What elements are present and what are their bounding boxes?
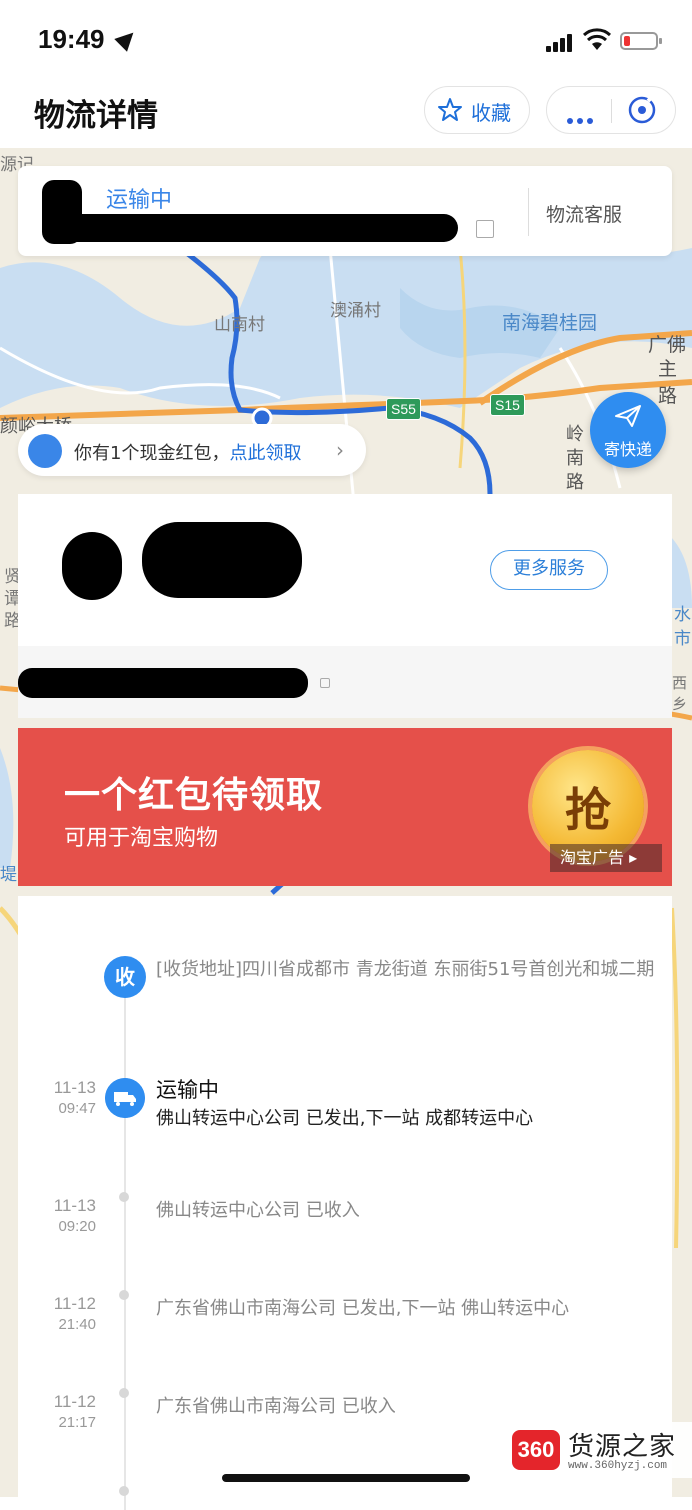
status-time: 19:49: [38, 24, 105, 54]
red-packet-pill[interactable]: 你有1个现金红包，点此领取 ›: [18, 424, 366, 476]
battery-icon: [620, 32, 662, 50]
grab-coin-text: 抢: [565, 783, 611, 837]
map-label: 山南村: [214, 315, 265, 335]
red-packet-prefix: 你有1个现金红包，: [74, 443, 230, 464]
event-description: 广东省佛山市南海公司 已收入: [156, 1396, 396, 1417]
page-title: 物流详情: [34, 98, 158, 134]
timeline-dot: [119, 1290, 129, 1300]
truck-icon: [105, 1078, 145, 1118]
event-date: 11-12: [53, 1392, 96, 1411]
more-icon[interactable]: [567, 109, 597, 128]
redacted-tracking-number: [18, 668, 308, 698]
logistics-timeline: 收 [收货地址]四川省成都市 青龙街道 东丽街51号首创光和城二期 11-13 …: [18, 896, 672, 1510]
star-icon: [438, 98, 462, 121]
event-description: 佛山转运中心公司 已发出,下一站 成都转运中心: [156, 1108, 534, 1129]
ad-subtitle: 可用于淘宝购物: [64, 826, 219, 851]
merchant-card: 更多服务: [18, 494, 672, 646]
tracking-number-row: [18, 646, 672, 718]
timeline-dot: [119, 1192, 129, 1202]
home-indicator: [222, 1474, 470, 1482]
event-time: 21:40: [58, 1316, 96, 1333]
favorite-button[interactable]: 收藏: [424, 86, 530, 134]
redacted-address: [58, 214, 458, 242]
timeline-line: [124, 990, 126, 1510]
event-title: 运输中: [156, 1078, 219, 1102]
map-label: 路: [566, 472, 584, 493]
claim-link[interactable]: 点此领取: [229, 443, 301, 464]
more-services-button[interactable]: 更多服务: [490, 550, 608, 590]
map-label: 南海碧桂园: [502, 312, 598, 334]
watermark-url: www.360hyzj.com: [568, 1460, 668, 1472]
ad-banner[interactable]: 一个红包待领取 可用于淘宝购物 抢 淘宝广告 ▸: [18, 728, 672, 886]
edit-icon[interactable]: [476, 220, 494, 238]
receive-address-icon: 收: [104, 956, 146, 998]
map-label: 水: [674, 605, 691, 625]
site-watermark: 360 货源之家 www.360hyzj.com: [510, 1422, 692, 1478]
capsule-divider: [611, 99, 612, 123]
location-arrow-icon: [114, 26, 140, 52]
close-icon[interactable]: [627, 95, 657, 125]
event-time: 09:20: [58, 1218, 96, 1235]
ad-title: 一个红包待领取: [64, 775, 324, 816]
wifi-icon: [582, 28, 612, 50]
status-bar: 19:49: [0, 0, 692, 80]
cellular-signal-icon: [546, 32, 574, 52]
shipment-status: 运输中: [106, 188, 173, 213]
redacted-avatar: [62, 532, 122, 600]
paper-plane-icon: [615, 405, 641, 427]
redacted-name: [142, 522, 302, 598]
watermark-name: 货源之家: [568, 1432, 677, 1462]
red-packet-text: 你有1个现金红包，点此领取: [74, 439, 301, 465]
send-express-button[interactable]: 寄快递: [590, 392, 666, 468]
miniapp-capsule: [546, 86, 676, 134]
timeline-dot: [119, 1486, 129, 1496]
send-express-label: 寄快递: [603, 440, 652, 459]
road-badge: S15: [490, 394, 525, 416]
ad-tag: 淘宝广告 ▸: [550, 844, 662, 872]
event-date: 11-12: [53, 1294, 96, 1313]
map-label: 广佛: [648, 334, 687, 356]
road-badge: S55: [386, 398, 421, 420]
map-label: 澳涌村: [330, 301, 381, 321]
event-time: 09:47: [58, 1100, 96, 1117]
event-date: 11-13: [53, 1078, 96, 1097]
event-date: 11-13: [53, 1196, 96, 1215]
divider: [528, 188, 529, 236]
map-label: 市: [674, 629, 691, 649]
nav-header: 物流详情 收藏: [0, 80, 692, 148]
watermark-logo: 360: [512, 1430, 560, 1470]
shipment-status-card[interactable]: 运输中 物流客服: [18, 166, 672, 256]
map-label: 岭: [566, 424, 584, 445]
event-time: 21:17: [58, 1414, 96, 1431]
customer-service-link[interactable]: 物流客服: [546, 200, 622, 227]
map-label: 西乡: [672, 674, 688, 713]
timeline-dot: [119, 1388, 129, 1398]
chevron-right-icon: ›: [336, 438, 344, 462]
map-label: 堤: [0, 865, 17, 885]
map-label: 主路: [658, 358, 678, 407]
copy-icon[interactable]: [320, 678, 330, 688]
favorite-label: 收藏: [471, 101, 511, 125]
receive-address: [收货地址]四川省成都市 青龙街道 东丽街51号首创光和城二期: [156, 959, 655, 980]
bird-logo-icon: [28, 434, 62, 468]
map-label: 南: [566, 448, 584, 469]
event-description: 佛山转运中心公司 已收入: [156, 1200, 360, 1221]
event-description: 广东省佛山市南海公司 已发出,下一站 佛山转运中心: [156, 1298, 570, 1319]
